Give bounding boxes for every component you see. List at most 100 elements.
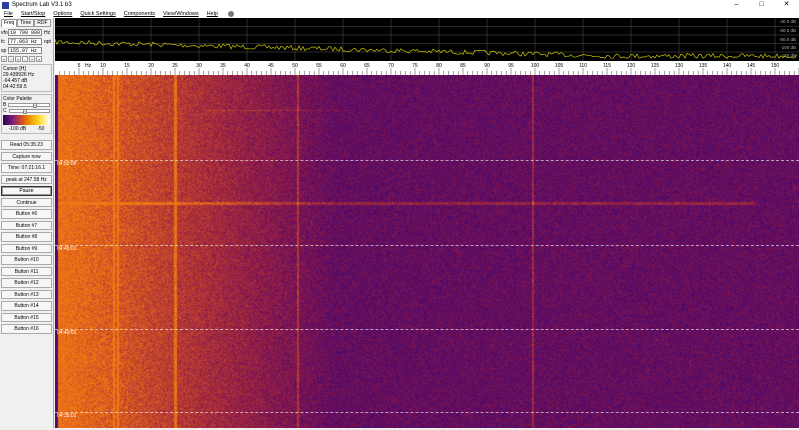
color-palette-bar (3, 115, 50, 125)
freq-tick-label: 125 (651, 63, 660, 69)
freq-tick-label: 60 (340, 63, 346, 69)
tab-freq[interactable]: Freq (1, 19, 18, 27)
panel-button-14[interactable]: Button #14 (1, 301, 52, 311)
zoom-out-button[interactable]: - (22, 56, 28, 62)
panel-button-1[interactable]: Capture now (1, 151, 52, 161)
panel-button-0[interactable]: Read 05:35:23 (1, 140, 52, 150)
time-marker-line (55, 160, 799, 161)
title-bar: Spectrum Lab V3.1 b3 – □ ✕ (0, 0, 799, 10)
freq-tick-label: 40 (244, 63, 250, 69)
freq-tick-label: 150 (771, 63, 780, 69)
time-marker-line (55, 329, 799, 330)
freq-tick-label: 75 (412, 63, 418, 69)
contrast-slider[interactable] (8, 109, 50, 114)
window-title: Spectrum Lab V3.1 b3 (12, 2, 72, 8)
freq-tick-label: 100 (531, 63, 540, 69)
scroll-left-button[interactable]: ‹ (8, 56, 14, 62)
panel-button-4[interactable]: Pause (1, 186, 52, 196)
freq-tick-label: 15 (124, 63, 130, 69)
freq-tick-label: 10 (100, 63, 106, 69)
panel-button-7[interactable]: Button #7 (1, 220, 52, 230)
cursor-time: 04:42:59.5 (3, 84, 27, 90)
freq-tick-label: 130 (675, 63, 684, 69)
panel-button-11[interactable]: Button #11 (1, 266, 52, 276)
sp-label: sp (1, 47, 7, 54)
waterfall-canvas (55, 75, 799, 428)
palette-max: -50 (37, 126, 45, 132)
freq-tick-label: 25 (172, 63, 178, 69)
status-indicator-icon (227, 11, 234, 17)
db-label: -80.0 dB (778, 37, 796, 42)
menu-start-stop[interactable]: Start/Stop (21, 11, 45, 17)
color-palette-group: Color Palette B C -100 dB -50 (1, 94, 52, 134)
fc-label: fc (1, 38, 5, 45)
time-label: 04:50:00 (57, 161, 77, 167)
time-label: 04:40:01 (57, 330, 77, 336)
tab-time[interactable]: Time (17, 19, 35, 27)
contrast-label: C (3, 108, 7, 114)
panel-button-13[interactable]: Button #13 (1, 289, 52, 299)
freq-tick-label: 30 (196, 63, 202, 69)
freq-tick-label: 140 (723, 63, 732, 69)
frequency-scale[interactable]: 5 10 15 20 25 30 35 40 45 50 55 60 65 70 75 80 85 90 95 100… (55, 61, 799, 75)
panel-button-6[interactable]: Button #6 (1, 209, 52, 219)
time-label: 04:45:01 (57, 246, 77, 252)
spectrum-trace (54, 39, 798, 59)
minimize-button[interactable]: – (724, 0, 749, 10)
freq-tick-label: 95 (508, 63, 514, 69)
freq-tick-label: 85 (460, 63, 466, 69)
db-label: -60.0 dB (778, 28, 796, 33)
panel-button-15[interactable]: Button #15 (1, 312, 52, 322)
zoom-in-button[interactable]: + (29, 56, 35, 62)
sp-input[interactable]: 155.97 Hz (8, 47, 42, 54)
menu-help[interactable]: Help (207, 11, 218, 17)
opt-button[interactable]: opt (44, 39, 51, 45)
panel-button-3[interactable]: peak at 247.58 Hz (1, 174, 52, 184)
scroll-far-left-button[interactable]: « (1, 56, 7, 62)
close-button[interactable]: ✕ (774, 0, 799, 10)
freq-tick-label: 65 (364, 63, 370, 69)
fc-input[interactable]: 77.963 Hz (8, 38, 42, 45)
panel-button-16[interactable]: Button #16 (1, 324, 52, 334)
freq-tick-label: 80 (436, 63, 442, 69)
freq-tick-label: 35 (220, 63, 226, 69)
freq-tick-label: 20 (148, 63, 154, 69)
menu-components[interactable]: Components (124, 11, 155, 17)
vfo-label: vfo (1, 29, 8, 36)
menu-bar: File Start/Stop Options Quick Settings C… (0, 10, 799, 18)
time-marker-line (55, 412, 799, 413)
panel-button-10[interactable]: Button #10 (1, 255, 52, 265)
vfo-input[interactable]: 10 700 000 (8, 29, 42, 36)
panel-button-8[interactable]: Button #8 (1, 232, 52, 242)
scroll-far-right-button[interactable]: » (36, 56, 42, 62)
panel-button-12[interactable]: Button #12 (1, 278, 52, 288)
control-panel: Freq Time RDF vfo 10 700 000 Hz fc 77.963 H… (0, 18, 54, 428)
panel-button-2[interactable]: Time: 07:21:16.1 (1, 163, 52, 173)
freq-tick-label: 120 (627, 63, 636, 69)
brightness-slider[interactable] (8, 103, 50, 108)
freq-tick-label: 50 (292, 63, 298, 69)
menu-quick-settings[interactable]: Quick Settings (80, 11, 115, 17)
tab-rdf[interactable]: RDF (34, 19, 51, 27)
panel-button-9[interactable]: Button #9 (1, 243, 52, 253)
palette-min: -100 dB (8, 126, 27, 132)
spectrum-display[interactable]: -40.0 dB -60.0 dB -80.0 dB -100 dB -120 … (54, 18, 799, 61)
cursor-group: Cursor [H] 29.439926 Hz -94.457 dB 04:42… (1, 64, 52, 92)
maximize-button[interactable]: □ (749, 0, 774, 10)
menu-file[interactable]: File (4, 11, 13, 17)
waterfall-display[interactable]: 04:50:00 04:45:01 04:40:01 04:35:01 (55, 75, 799, 428)
freq-tick-label: 110 (579, 63, 587, 69)
freq-tick-label: 105 (555, 63, 564, 69)
vfo-unit: Hz (44, 29, 51, 36)
freq-tick-label: 70 (388, 63, 394, 69)
db-label: -40.0 dB (778, 19, 796, 24)
db-label: -100 dB (780, 45, 796, 50)
scroll-right-button[interactable]: » (15, 56, 21, 62)
time-label: 04:35:01 (57, 413, 77, 419)
panel-button-5[interactable]: Continue (1, 197, 52, 207)
menu-options[interactable]: Options (53, 11, 72, 17)
menu-view-windows[interactable]: View/Windows (163, 11, 199, 17)
freq-tick-label: 55 (316, 63, 322, 69)
freq-tick-label: 90 (484, 63, 490, 69)
freq-unit-label: Hz (85, 63, 92, 69)
